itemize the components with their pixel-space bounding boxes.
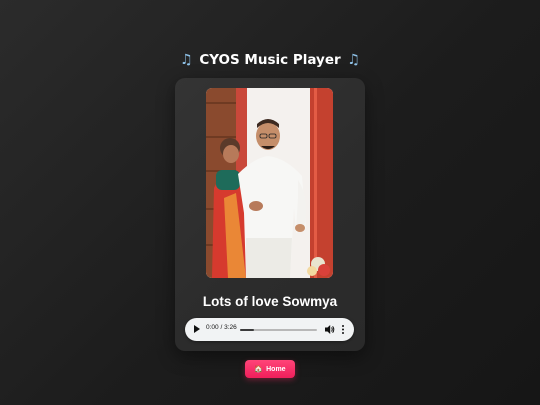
album-art-photo — [206, 88, 333, 278]
time-display: 0:00 / 3:26 — [206, 324, 237, 331]
player-card — [175, 78, 365, 351]
music-note-icon: ♫ — [347, 52, 360, 68]
home-button-label: Home — [266, 365, 286, 373]
play-icon[interactable] — [194, 325, 200, 333]
app-title-label: CYOS Music Player — [199, 52, 341, 68]
more-vertical-icon[interactable] — [340, 324, 346, 335]
music-note-icon: ♫ — [180, 52, 193, 68]
seek-progress — [240, 329, 254, 331]
seek-bar[interactable] — [240, 329, 317, 331]
audio-player[interactable]: 0:00 / 3:26 — [185, 318, 354, 341]
volume-icon[interactable] — [325, 324, 335, 335]
home-button[interactable]: 🏠 Home — [245, 360, 295, 378]
home-icon: 🏠 — [254, 366, 264, 373]
album-art — [206, 88, 333, 278]
song-title: Lots of love Sowmya — [202, 294, 338, 309]
page-title: ♫ CYOS Music Player ♫ — [0, 52, 540, 68]
